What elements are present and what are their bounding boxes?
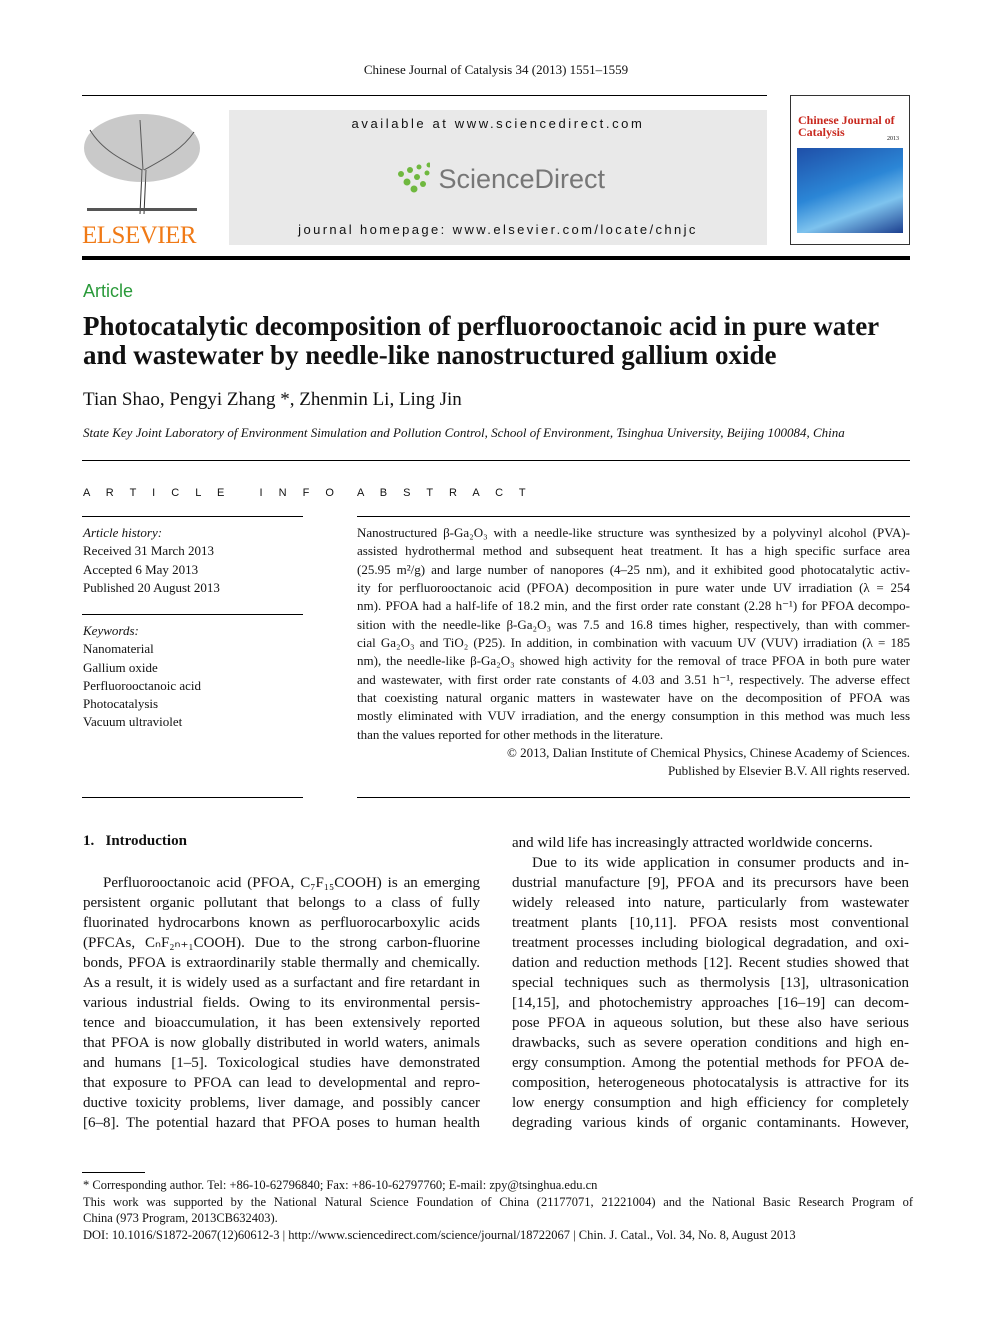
body-right-column: and wild life has increasingly attracted… (512, 833, 909, 1133)
text-line: that PFOA is now globally distributed in… (83, 1035, 480, 1051)
affiliation: State Key Joint Laboratory of Environmen… (83, 425, 845, 440)
text-line: ergy consumption. Among the potential me… (512, 1055, 909, 1071)
text-line: persistent organic pollutant that belong… (83, 895, 480, 911)
text-line: (25.95 m²/g) and large number of nanopor… (357, 561, 910, 577)
text-line: As a result, it is widely used as a surf… (83, 975, 480, 991)
divider (82, 797, 303, 798)
text-line: special techniques such as thermolysis [… (512, 975, 909, 991)
abstract-heading: A B S T R A C T (357, 487, 533, 499)
divider (82, 95, 767, 96)
sciencedirect-wordmark: ScienceDirect (438, 163, 605, 194)
body-line: and wild life has increasingly attracted… (512, 835, 873, 851)
history-label: Article history: (83, 525, 163, 540)
text-line: various industrial fields. Owing to its … (83, 995, 480, 1011)
section-heading-introduction: 1. Introduction (83, 833, 187, 849)
article-type-label: Article (83, 281, 134, 301)
keywords: Keywords: Nanomaterial Gallium oxide Per… (83, 622, 201, 732)
elsevier-logo-text: ELSEVIER (82, 222, 197, 249)
text-line: drawbacks, such as severe operation cond… (512, 1035, 909, 1051)
cover-title: Chinese Journal of Catalysis (798, 113, 895, 139)
footnotes: * Corresponding author. Tel: +86-10-6279… (83, 1177, 913, 1243)
keywords-label: Keywords: (83, 623, 139, 638)
text-line: dustrial manufacture [9], PFOA and its p… (512, 875, 909, 891)
journal-cover-image: Chinese Journal of Catalysis 2013 (790, 95, 910, 245)
text-line: than the values reported for other metho… (357, 726, 664, 742)
text-line: [14,15], and photochemistry approaches [… (512, 995, 909, 1011)
text-line: pose PFOA in aqueous solution, but these… (512, 1015, 909, 1031)
text-line: Due to its wide application in consumer … (532, 855, 909, 871)
keyword: Gallium oxide (83, 659, 158, 675)
article-history: Article history: Received 31 March 2013 … (83, 524, 220, 597)
history-item: Accepted 6 May 2013 (83, 561, 199, 577)
divider (357, 797, 910, 798)
text-line: and wastewater, with first order rate co… (357, 671, 910, 687)
article-info-heading: A R T I C L E I N F O (83, 487, 341, 499)
available-at-link[interactable]: available at www.sciencedirect.com (229, 116, 767, 131)
text-line: [6–8]. The potential hazard that PFOA po… (83, 1115, 480, 1131)
text-line: treatment processes including biological… (512, 935, 909, 951)
journal-homepage-link[interactable]: journal homepage: www.elsevier.com/locat… (229, 222, 767, 237)
text-line: cial Ga₂O₃ and TiO₂ (P25). In addition, … (357, 635, 910, 651)
text-line: ductive toxicity problems, liver damage,… (83, 1095, 480, 1111)
body-left-column: Perfluorooctanoic acid (PFOA, C₇F₁₅COOH)… (83, 873, 480, 1133)
text-line: nm), the needle-like β-Ga₂O₃ showed high… (357, 653, 910, 669)
keyword: Vacuum ultraviolet (83, 714, 183, 730)
text-line: tence and bioaccumulation, it has been e… (83, 1015, 480, 1031)
cover-year: 2013 (887, 136, 899, 142)
text-line: fluorinated hydrocarbons known as perflu… (83, 915, 480, 931)
text-line: that exposure to PFOA can lead to develo… (83, 1075, 480, 1091)
history-item: Received 31 March 2013 (83, 543, 215, 559)
sciencedirect-logo[interactable]: ScienceDirect (395, 160, 605, 198)
authors: Tian Shao, Pengyi Zhang *, Zhenmin Li, L… (83, 389, 462, 410)
text-line: treatment plants [10,11]. PFOA resists m… (512, 915, 909, 931)
divider (82, 460, 910, 461)
text-line: mostly eliminated with VUV irradiation, … (357, 708, 910, 724)
text-line: nm). PFOA had a half-life of 18.2 min, a… (357, 598, 910, 614)
text-line: dation and reduction methods [12]. Recen… (512, 955, 909, 971)
keyword: Perfluorooctanoic acid (83, 677, 202, 693)
text-line: low energy consumption and high efficien… (512, 1095, 909, 1111)
text-line: composition, heterogeneous photocatalysi… (512, 1075, 909, 1091)
divider (82, 614, 303, 615)
text-line: that coexisting natural organic matters … (357, 690, 910, 706)
text-line: and humans [1–5]. Toxicological studies … (83, 1055, 480, 1071)
history-item: Published 20 August 2013 (83, 579, 220, 595)
divider (82, 516, 303, 517)
corresponding-author-note: * Corresponding author. Tel: +86-10-6279… (83, 1178, 598, 1192)
copyright-line: Published by Elsevier B.V. All rights re… (667, 763, 910, 779)
text-line: (PFCAs, CₙF₂ₙ₊₁COOH). Due to the strong … (83, 935, 480, 951)
keyword: Photocatalysis (83, 696, 159, 712)
text-line: assisted hydrothermal method and subsequ… (357, 543, 910, 559)
funding-note: This work was supported by the National … (83, 1194, 913, 1209)
funding-note: China (973 Program, 2013CB632403). (83, 1211, 278, 1226)
sciencedirect-dots-icon (398, 162, 431, 193)
text-line: bonds, PFOA is extraordinarily stable th… (83, 955, 480, 971)
elsevier-tree-logo (82, 110, 202, 218)
keyword: Nanomaterial (83, 641, 154, 657)
divider (357, 516, 910, 517)
text-line: Nanostructured β-Ga₂O₃ with a needle-lik… (357, 525, 910, 540)
footnote-divider (82, 1172, 145, 1173)
abstract-body: Nanostructured β-Ga₂O₃ with a needle-lik… (357, 524, 910, 781)
copyright-line: © 2013, Dalian Institute of Chemical Phy… (506, 745, 910, 761)
article-title: Photocatalytic decomposition of perfluor… (83, 311, 879, 370)
text-line: Perfluorooctanoic acid (PFOA, C₇F₁₅COOH)… (103, 875, 480, 891)
doi-line[interactable]: DOI: 10.1016/S1872-2067(12)60612-3 | htt… (83, 1227, 913, 1244)
text-line: degrading various kinds of organic conta… (512, 1115, 909, 1131)
header-thick-divider (82, 256, 910, 260)
text-line: sition with the needle-like β-Ga₂O₃ was … (357, 616, 910, 632)
cover-artwork (797, 148, 903, 233)
text-line: widely released into nature, particularl… (512, 895, 909, 911)
text-line: ity for perfluorooctanoic acid (PFOA) de… (357, 580, 910, 596)
journal-citation: Chinese Journal of Catalysis 34 (2013) 1… (363, 62, 629, 77)
